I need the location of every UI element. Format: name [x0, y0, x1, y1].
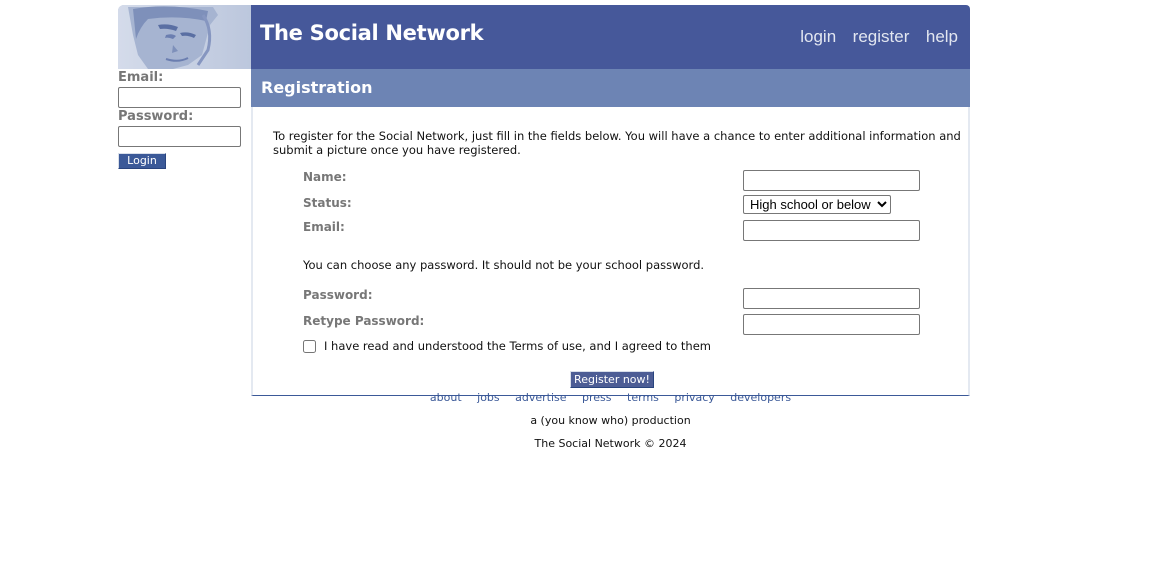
sidebar-email-input[interactable] — [118, 87, 241, 108]
terms-row: I have read and understood the Terms of … — [303, 339, 711, 353]
terms-label[interactable]: I have read and understood the Terms of … — [324, 339, 711, 353]
section-title: Registration — [251, 69, 970, 107]
sidebar-login: Email: Password: Login — [118, 69, 251, 169]
footer-link-advertise[interactable]: advertise — [515, 391, 566, 404]
footer-link-privacy[interactable]: privacy — [674, 391, 714, 404]
name-label: Name: — [303, 170, 347, 184]
registration-panel: Registration To register for the Social … — [251, 69, 970, 396]
retype-password-label: Retype Password: — [303, 314, 425, 328]
production-text: a (you know who) production — [530, 414, 691, 427]
email-label: Email: — [303, 220, 345, 234]
footer-link-about[interactable]: about — [430, 391, 462, 404]
nav-login-link[interactable]: login — [800, 27, 836, 46]
password-note: You can choose any password. It should n… — [303, 258, 705, 272]
copyright-text: The Social Network © 2024 — [534, 437, 687, 450]
terms-checkbox[interactable] — [303, 339, 316, 353]
banner: The Social Network login register help — [251, 5, 970, 69]
top-nav: login register help — [787, 27, 958, 47]
footer-link-developers[interactable]: developers — [730, 391, 791, 404]
sidebar-email-label: Email: — [118, 70, 164, 85]
nav-register-link[interactable]: register — [853, 27, 910, 46]
login-button[interactable]: Login — [118, 153, 166, 169]
register-now-button[interactable]: Register now! — [570, 371, 654, 388]
nav-help-link[interactable]: help — [926, 27, 958, 46]
header: The Social Network login register help — [118, 5, 970, 69]
footer-links: about jobs advertise press terms privacy… — [251, 391, 970, 404]
sidebar-password-input[interactable] — [118, 126, 241, 147]
footer: about jobs advertise press terms privacy… — [251, 391, 970, 450]
name-input[interactable] — [743, 170, 920, 191]
footer-link-jobs[interactable]: jobs — [477, 391, 500, 404]
footer-link-terms[interactable]: terms — [627, 391, 659, 404]
sidebar-password-label: Password: — [118, 109, 194, 124]
logo-image[interactable] — [118, 5, 251, 69]
password-label: Password: — [303, 288, 373, 302]
registration-form: To register for the Social Network, just… — [251, 107, 970, 396]
status-select[interactable]: High school or below — [743, 195, 891, 214]
footer-link-press[interactable]: press — [582, 391, 612, 404]
intro-text: To register for the Social Network, just… — [273, 129, 961, 157]
password-input[interactable] — [743, 288, 920, 309]
email-input[interactable] — [743, 220, 920, 241]
retype-password-input[interactable] — [743, 314, 920, 335]
status-label: Status: — [303, 196, 352, 210]
site-title[interactable]: The Social Network — [260, 21, 484, 45]
face-illustration-icon — [118, 5, 251, 69]
